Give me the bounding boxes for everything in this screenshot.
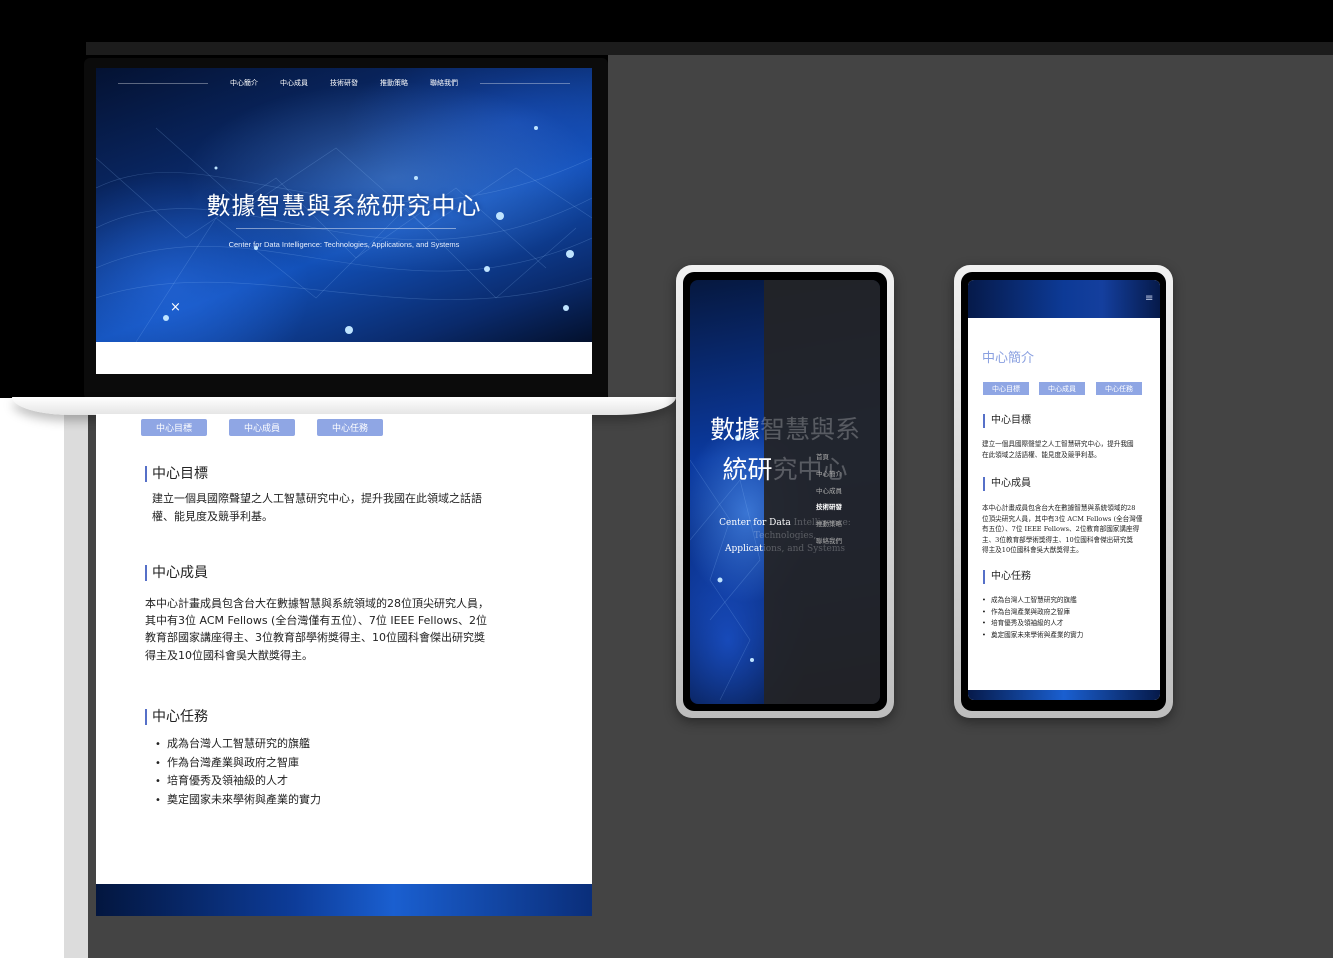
tablet-menu-item-members[interactable]: 中心成員 — [816, 483, 842, 500]
members-text-line3: 教育部國家講座得主、3位教育部學術獎得主、10位國科會傑出研究獎 — [145, 631, 485, 644]
phone-mission-heading: 中心任務 — [983, 570, 1031, 584]
page-footer — [96, 884, 592, 916]
tablet-title-part: 數據 — [709, 415, 760, 444]
phone-page-title: 中心簡介 — [982, 351, 1035, 366]
goal-text-line2: 權、能見度及競爭利基。 — [152, 510, 273, 523]
nav-line-right — [480, 82, 570, 84]
phone-members-line: 本中心計畫成員包含台大在數據智慧與系統領域的28 — [982, 504, 1136, 512]
tag-button-mission[interactable]: 中心任務 — [317, 419, 383, 436]
members-heading: 中心成員 — [145, 565, 208, 581]
phone-members-line: 得主及10位國科會吳大猷獎得主。 — [982, 546, 1083, 554]
tablet-sub-part: Center for Data — [719, 518, 794, 528]
list-item: 培育優秀及領袖級的人才 — [982, 618, 1083, 630]
tag-button-goal[interactable]: 中心目標 — [141, 419, 207, 436]
mission-list: 成為台灣人工智慧研究的旗艦 作為台灣產業與政府之智庫 培育優秀及領袖級的人才 奠… — [155, 735, 321, 809]
nav-item-research[interactable]: 技術研發 — [330, 78, 358, 88]
phone-tag-goal[interactable]: 中心目標 — [983, 382, 1029, 395]
top-nav: 中心簡介 中心成員 技術研發 推動策略 聯絡我們 — [96, 78, 592, 88]
tablet-menu-item-contact[interactable]: 聯絡我們 — [816, 533, 842, 550]
tablet-title-part-dim: 智慧與系 — [760, 415, 861, 444]
list-item: 成為台灣人工智慧研究的旗艦 — [155, 735, 321, 754]
nav-item-about[interactable]: 中心簡介 — [230, 78, 258, 88]
tablet-hero-title: 數據智慧與系 統研究中心 — [692, 410, 878, 490]
list-item: 奠定國家未來學術與產業的實力 — [982, 630, 1083, 642]
phone-goal-line: 建立一個具國際聲望之人工智慧研究中心，提升我國 — [982, 440, 1134, 448]
phone-footer — [968, 690, 1160, 700]
tablet-menu-item-home[interactable]: 首頁 — [816, 449, 842, 466]
members-text-line4: 得主及10位國科會吳大猷獎得主。 — [145, 649, 313, 662]
mission-heading: 中心任務 — [145, 709, 208, 725]
nav-item-members[interactable]: 中心成員 — [280, 78, 308, 88]
tablet-title-part: 統研 — [722, 455, 773, 484]
phone-header — [968, 280, 1160, 318]
phone-goal-line: 在此領域之話語權、能見度及競爭利基。 — [982, 450, 1101, 459]
close-icon[interactable]: × — [170, 300, 181, 315]
list-item: 培育優秀及領袖級的人才 — [155, 772, 321, 791]
tablet-menu-item-research[interactable]: 技術研發 — [816, 499, 842, 516]
members-text-line2: 其中有3位 ACM Fellows (全台灣僅有五位）、7位 IEEE Fell… — [145, 614, 487, 627]
phone-members-line: 主、3位教育部學術獎得主、10位國科會傑出研究獎 — [982, 535, 1134, 544]
phone-goal-heading: 中心目標 — [983, 414, 1031, 428]
tablet-hero-subtitle: Center for Data Intelligence: Technologi… — [690, 517, 880, 556]
nav-line-left — [118, 82, 208, 84]
laptop-base — [12, 397, 676, 415]
hamburger-menu-icon[interactable]: ≡ — [1145, 294, 1155, 304]
tablet-sub-part: Applicat — [725, 544, 763, 554]
hero-title: 數據智慧與系統研究中心 — [206, 192, 482, 220]
phone-members-line: 有五位）、7位 IEEE Fellows、2位教育部國家講座得 — [982, 525, 1140, 533]
laptop-stand — [64, 398, 88, 958]
list-item: 作為台灣產業與政府之智庫 — [982, 607, 1083, 619]
phone-tag-members[interactable]: 中心成員 — [1039, 382, 1085, 395]
tablet-menu-item-strategy[interactable]: 推動策略 — [816, 516, 842, 533]
tablet-menu-item-about[interactable]: 中心簡介 — [816, 466, 842, 483]
phone-tag-mission[interactable]: 中心任務 — [1096, 382, 1142, 395]
laptop-screen: 中心簡介 中心成員 技術研發 推動策略 聯絡我們 數據智慧與系統研究中心 Cen… — [96, 68, 592, 374]
phone-goal-text: 建立一個具國際聲望之人工智慧研究中心，提升我國 在此領域之話語權、能見度及競爭利… — [982, 439, 1148, 460]
members-text-line1: 本中心計畫成員包含台大在數據智慧與系統領域的28位頂尖研究人員， — [145, 597, 489, 610]
tablet-menu: 首頁 中心簡介 中心成員 技術研發 推動策略 聯絡我們 — [816, 449, 842, 550]
phone-members-heading: 中心成員 — [983, 477, 1031, 491]
tablet-screen — [690, 280, 880, 704]
hero-divider — [236, 228, 456, 229]
hero-subtitle: Center for Data Intelligence: Technologi… — [228, 240, 460, 249]
list-item: 成為台灣人工智慧研究的旗艦 — [982, 595, 1083, 607]
backdrop-strip — [86, 42, 1333, 55]
phone-members-line: 位頂尖研究人員，其中有3位 ACM Fellows (全台灣僅 — [982, 514, 1143, 523]
goal-heading: 中心目標 — [145, 466, 208, 482]
nav-item-contact[interactable]: 聯絡我們 — [430, 78, 458, 88]
phone-members-text: 本中心計畫成員包含台大在數據智慧與系統領域的28 位頂尖研究人員，其中有3位 A… — [982, 503, 1148, 556]
list-item: 作為台灣產業與政府之智庫 — [155, 754, 321, 773]
list-item: 奠定國家未來學術與產業的實力 — [155, 791, 321, 810]
goal-text-line1: 建立一個具國際聲望之人工智慧研究中心，提升我國在此領域之話語 — [152, 492, 482, 505]
phone-mission-list: 成為台灣人工智慧研究的旗艦 作為台灣產業與政府之智庫 培育優秀及領袖級的人才 奠… — [982, 595, 1083, 641]
nav-item-strategy[interactable]: 推動策略 — [380, 78, 408, 88]
tag-button-members[interactable]: 中心成員 — [229, 419, 295, 436]
